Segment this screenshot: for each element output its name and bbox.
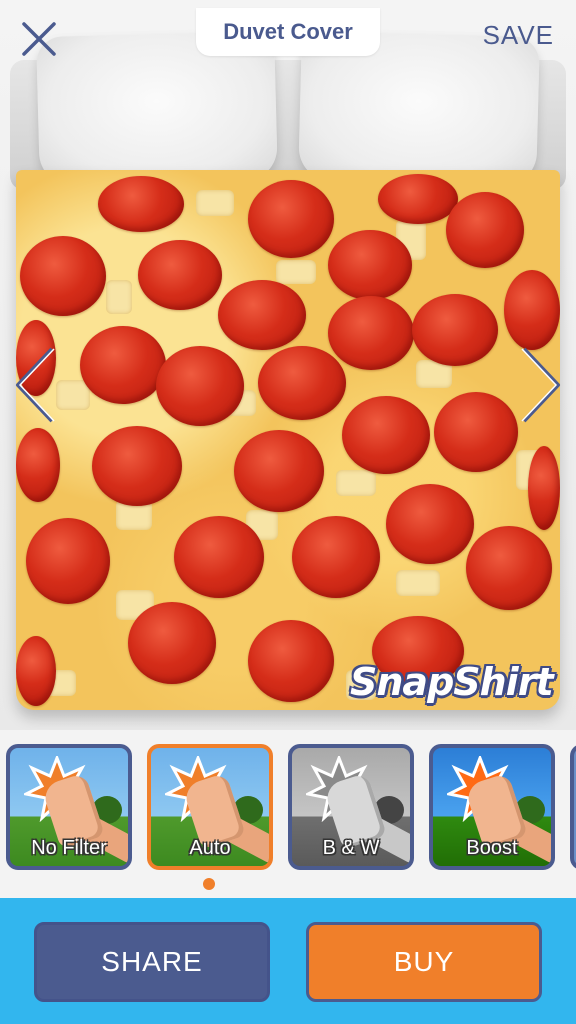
product-preview: SnapShirt [0, 0, 576, 730]
buy-button[interactable]: BUY [306, 922, 542, 1002]
filter-next-partial[interactable] [570, 744, 576, 870]
pepperoni-slice [138, 240, 222, 310]
share-button[interactable]: SHARE [34, 922, 270, 1002]
pepperoni-slice [434, 392, 518, 472]
close-button[interactable] [18, 18, 60, 60]
page-title-container: Duvet Cover [196, 8, 380, 56]
pepperoni-slice [20, 236, 106, 316]
pepperoni-slice [98, 176, 184, 232]
pepperoni-slice [174, 516, 264, 598]
pepperoni-slice [258, 346, 346, 420]
filter-no-filter[interactable]: No Filter [6, 744, 132, 870]
pepperoni-slice [248, 180, 334, 258]
pepperoni-slice [342, 396, 430, 474]
pepperoni-slice [128, 602, 216, 684]
pepperoni-slice [248, 620, 334, 702]
filter-auto[interactable]: Auto [147, 744, 273, 870]
filter-label: B & W [322, 837, 380, 859]
pepperoni-slice [292, 516, 380, 598]
pineapple-chunk [396, 570, 440, 596]
next-arrow[interactable] [518, 345, 564, 425]
pepperoni-slice [528, 446, 560, 530]
duvet-cover-design [16, 170, 560, 710]
pepperoni-slice [92, 426, 182, 506]
filter-boost[interactable]: Boost [429, 744, 555, 870]
pepperoni-slice [412, 294, 498, 366]
chevron-left-icon [16, 347, 55, 423]
filter-label: No Filter [31, 837, 107, 859]
save-button[interactable]: SAVE [483, 20, 554, 51]
pineapple-chunk [276, 260, 316, 284]
previous-arrow[interactable] [12, 345, 58, 425]
pepperoni-slice [386, 484, 474, 564]
pepperoni-slice [378, 174, 458, 224]
pepperoni-slice [80, 326, 166, 404]
filter-label: Auto [189, 837, 231, 859]
pepperoni-slice [446, 192, 524, 268]
pepperoni-slice [26, 518, 110, 604]
pepperoni-slice [218, 280, 306, 350]
pineapple-chunk [336, 470, 376, 496]
pepperoni-slice [156, 346, 244, 426]
filter-strip[interactable]: No Filter Auto B & W Boost [0, 730, 576, 898]
pepperoni-slice [504, 270, 560, 350]
chevron-right-icon [521, 347, 560, 423]
pepperoni-slice [328, 296, 414, 370]
filter-label: Boost [466, 837, 518, 859]
pineapple-chunk [106, 280, 132, 314]
snapshirt-watermark: SnapShirt [350, 660, 554, 704]
page-indicator-dot [203, 878, 215, 890]
pineapple-chunk [196, 190, 234, 216]
pepperoni-slice [234, 430, 324, 512]
page-title: Duvet Cover [223, 19, 353, 44]
pepperoni-slice [466, 526, 552, 610]
close-icon [22, 22, 56, 56]
pepperoni-slice [16, 428, 60, 502]
pepperoni-slice [328, 230, 412, 300]
action-bar: SHARE BUY [0, 898, 576, 1024]
filter-bw[interactable]: B & W [288, 744, 414, 870]
pepperoni-slice [16, 636, 56, 706]
